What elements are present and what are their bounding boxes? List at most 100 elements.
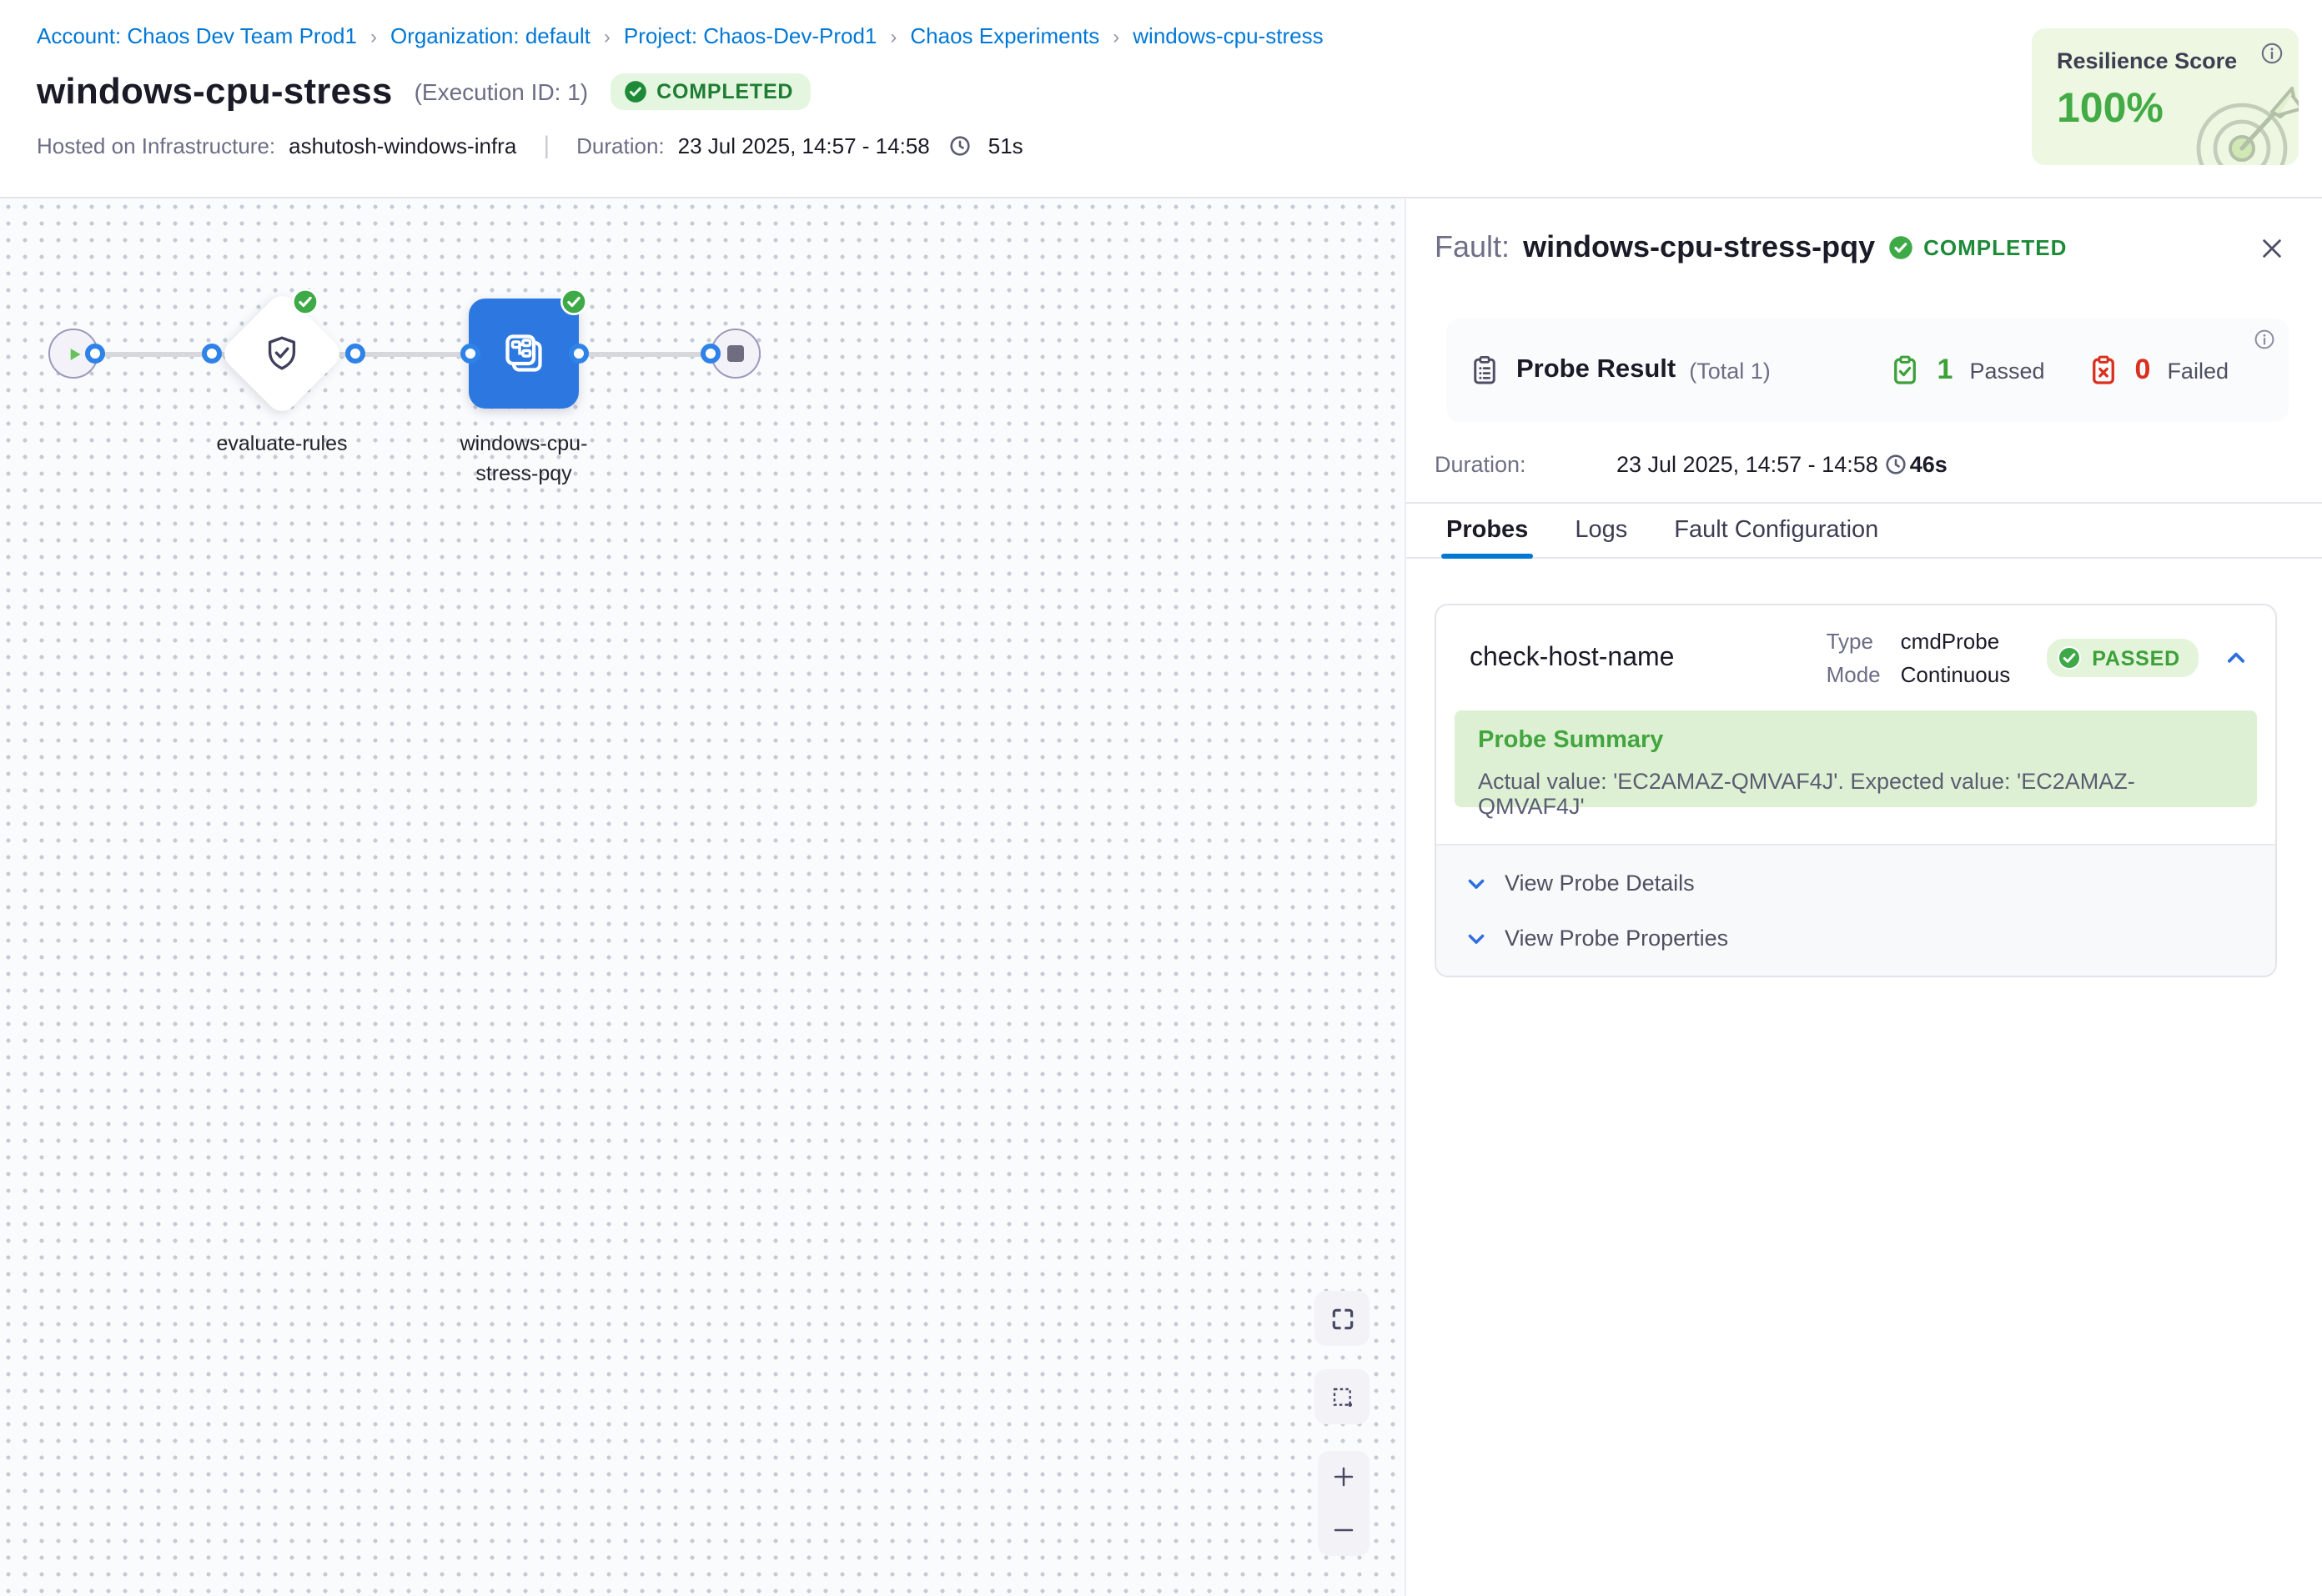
fault-step-icon <box>499 329 549 379</box>
chevron-down-icon <box>1465 871 1488 895</box>
select-area-button[interactable] <box>1314 1369 1370 1424</box>
minus-icon <box>1331 1518 1356 1543</box>
page-title: windows-cpu-stress <box>37 70 393 113</box>
failed-count: 0 <box>2135 354 2151 387</box>
view-probe-properties-label: View Probe Properties <box>1505 926 1728 951</box>
connector-port <box>202 344 222 364</box>
target-illustration <box>2182 75 2299 165</box>
fault-label: Fault: <box>1435 230 1510 265</box>
meta-row: Hosted on Infrastructure: ashutosh-windo… <box>37 132 2322 160</box>
probe-result-stats: 1 Passed 0 Failed <box>1891 354 2229 387</box>
probe-type-mode: Type cmdProbe Mode Continuous <box>1827 629 2011 687</box>
duration-label: Duration: <box>576 133 665 158</box>
fault-tabs: Probes Logs Fault Configuration <box>1406 504 2322 559</box>
probe-type-value: cmdProbe <box>1901 629 2011 654</box>
probe-mode-value: Continuous <box>1901 662 2011 687</box>
breadcrumb-separator: › <box>1113 24 1119 48</box>
clipboard-icon <box>1470 355 1500 385</box>
duration-value: 23 Jul 2025, 14:57 - 14:58 <box>678 133 930 158</box>
tab-fault-configuration[interactable]: Fault Configuration <box>1674 504 1878 557</box>
connector-port <box>345 344 365 364</box>
tab-logs[interactable]: Logs <box>1575 504 1627 557</box>
marquee-selection-icon <box>1329 1383 1355 1410</box>
breadcrumb-project[interactable]: Project: Chaos-Dev-Prod1 <box>624 23 877 48</box>
passed-label: Passed <box>1969 358 2044 383</box>
fault-duration-row: Duration: 23 Jul 2025, 14:57 - 14:58 46s <box>1435 452 1948 477</box>
clock-icon <box>1885 454 1907 475</box>
probe-summary-title: Probe Summary <box>1478 727 2234 754</box>
view-probe-properties[interactable]: View Probe Properties <box>1436 926 2275 951</box>
breadcrumb: Account: Chaos Dev Team Prod1 › Organiza… <box>37 23 2322 48</box>
breadcrumb-chaos-experiments[interactable]: Chaos Experiments <box>910 23 1099 48</box>
connector-port <box>569 344 589 364</box>
zoom-out-button[interactable] <box>1318 1503 1370 1556</box>
connector-port <box>701 344 721 364</box>
app-root: Account: Chaos Dev Team Prod1 › Organiza… <box>0 0 2322 1596</box>
clock-icon <box>950 135 972 157</box>
probe-type-label: Type <box>1827 629 1881 654</box>
node-label-evaluate-rules: evaluate-rules <box>173 429 390 459</box>
info-icon[interactable] <box>2260 42 2284 65</box>
connector-port <box>460 344 480 364</box>
chevron-up-icon[interactable] <box>2220 642 2252 674</box>
fullscreen-button[interactable] <box>1314 1291 1370 1346</box>
failed-label: Failed <box>2167 358 2229 383</box>
fault-status-label: COMPLETED <box>1923 235 2067 260</box>
breadcrumb-organization[interactable]: Organization: default <box>390 23 591 48</box>
success-check-badge <box>292 289 319 315</box>
pipeline-edge <box>73 351 736 356</box>
hosted-value: ashutosh-windows-infra <box>289 133 516 158</box>
duration-elapsed: 51s <box>988 133 1023 158</box>
experiment-status-badge: COMPLETED <box>610 73 810 110</box>
screenshot-viewport: Account: Chaos Dev Team Prod1 › Organiza… <box>0 0 2322 1596</box>
info-icon[interactable] <box>2254 329 2275 350</box>
probe-summary-text: Actual value: 'EC2AMAZ-QMVAF4J'. Expecte… <box>1478 769 2234 819</box>
stop-icon <box>727 345 744 362</box>
check-circle-icon <box>2057 645 2082 670</box>
chevron-down-icon <box>1465 926 1488 950</box>
play-icon <box>63 343 84 364</box>
shield-check-icon <box>262 334 302 374</box>
fault-duration-label: Duration: <box>1435 452 1616 477</box>
resilience-score-card: Resilience Score 100% <box>2032 28 2299 165</box>
fault-duration-elapsed: 46s <box>1910 452 1948 477</box>
node-label-windows-cpu-stress-pqy: windows-cpu- stress-pqy <box>415 429 632 489</box>
success-check-badge <box>560 289 587 315</box>
close-icon[interactable] <box>2255 231 2289 264</box>
fault-name: windows-cpu-stress-pqy <box>1523 230 1875 265</box>
zoom-in-button[interactable] <box>1318 1451 1370 1503</box>
view-probe-details-label: View Probe Details <box>1505 871 1695 896</box>
meta-divider: | <box>543 132 550 160</box>
zoom-controls <box>1318 1451 1370 1556</box>
check-circle-icon <box>1888 235 1913 260</box>
pipeline-node-evaluate-rules[interactable] <box>219 290 346 418</box>
pipeline-canvas[interactable]: evaluate-rules windows-cpu- stress-pqy <box>0 198 1405 1596</box>
probe-result-card: Probe Result (Total 1) 1 Passed <box>1446 319 2289 422</box>
view-probe-details[interactable]: View Probe Details <box>1436 871 2275 896</box>
probe-status-badge: PASSED <box>2047 639 2199 677</box>
clipboard-check-icon <box>1891 355 1921 385</box>
fault-details-panel: Fault: windows-cpu-stress-pqy COMPLETED <box>1405 198 2322 1596</box>
probe-status-label: PASSED <box>2092 646 2180 670</box>
hosted-label: Hosted on Infrastructure: <box>37 133 275 158</box>
tab-probes[interactable]: Probes <box>1446 504 1528 557</box>
breadcrumb-separator: › <box>604 24 611 48</box>
breadcrumb-current[interactable]: windows-cpu-stress <box>1133 23 1323 48</box>
app-header: Account: Chaos Dev Team Prod1 › Organiza… <box>0 0 2322 197</box>
passed-count: 1 <box>1938 354 1953 387</box>
breadcrumb-account[interactable]: Account: Chaos Dev Team Prod1 <box>37 23 357 48</box>
title-row: windows-cpu-stress (Execution ID: 1) COM… <box>37 70 2322 113</box>
plus-icon <box>1331 1465 1356 1490</box>
node-label-line2: stress-pqy <box>415 459 632 489</box>
fault-header: Fault: windows-cpu-stress-pqy COMPLETED <box>1435 230 2289 265</box>
connector-port <box>85 344 105 364</box>
probe-mode-label: Mode <box>1827 662 1881 687</box>
execution-id: (Execution ID: 1) <box>415 78 589 105</box>
probe-card-header[interactable]: check-host-name Type cmdProbe Mode Conti… <box>1436 605 2275 710</box>
breadcrumb-separator: › <box>890 24 897 48</box>
probe-summary-box: Probe Summary Actual value: 'EC2AMAZ-QMV… <box>1455 710 2257 807</box>
probe-result-total: (Total 1) <box>1689 358 1771 383</box>
check-circle-icon <box>623 80 646 103</box>
breadcrumb-separator: › <box>370 24 377 48</box>
fullscreen-icon <box>1329 1305 1355 1332</box>
